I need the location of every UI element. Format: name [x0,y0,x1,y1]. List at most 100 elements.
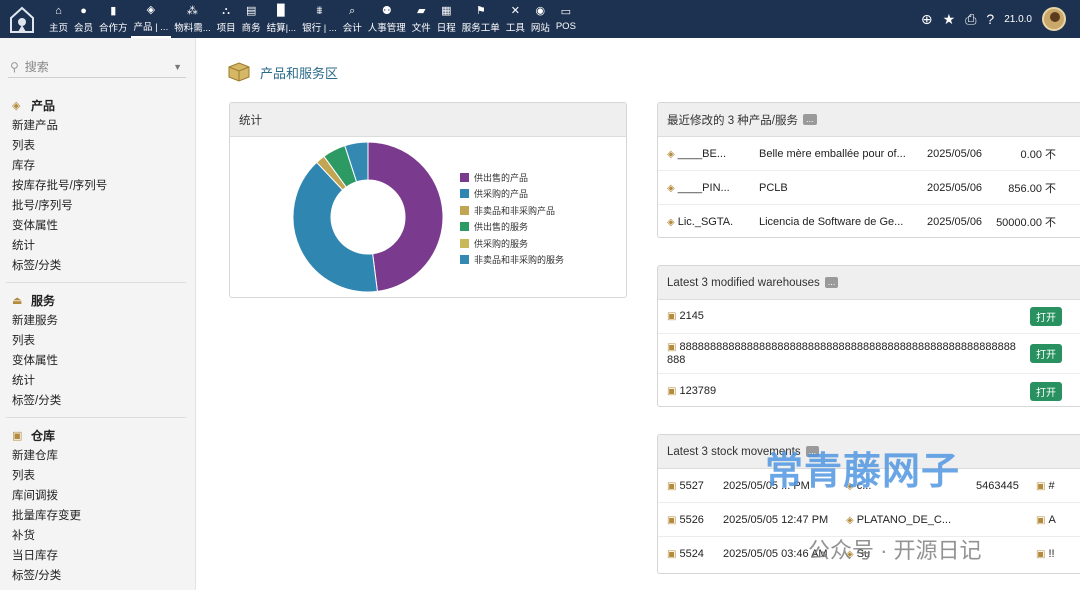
sidebar-item[interactable]: 批号/序列号 [0,196,196,216]
table-row[interactable]: ▣ 123789 打开 [658,374,1080,406]
sidebar-item[interactable]: 列表 [0,331,196,351]
sidebar-item[interactable]: 库存 [0,156,196,176]
product-price: 0.00 不 [1020,148,1056,161]
nav-item-label: 会员 [74,22,94,34]
sidebar-item[interactable]: 新建服务 [0,311,196,331]
nav-item-label: 网站 [530,22,550,34]
sidebar-section-1[interactable]: ⏏ 服务 [0,289,196,311]
movement-extra: ▣!! [1036,548,1055,560]
print-icon[interactable]: ⎙ [965,11,976,28]
nav-item-globe[interactable]: ◉ 网站 [528,0,553,38]
pie-slice-0[interactable] [367,141,444,292]
sidebar-section-2[interactable]: ▣ 仓库 [0,424,196,446]
more-button[interactable]: ... [824,277,839,288]
sidebar-item[interactable]: 标签/分类 [0,391,196,411]
legend-item[interactable]: 非卖品和非采购的服务 [460,252,564,269]
modified-date: 2025/05/06 [927,147,983,160]
nav-item-cubes[interactable]: ⁂ 物料需... [171,0,213,38]
nav-item-pos[interactable]: ▭ POS [553,0,579,38]
sidebar-item[interactable]: 当日库存 [0,546,196,566]
warehouse-link[interactable]: ▣ 2145 [667,310,1017,323]
sidebar-item[interactable]: 统计 [0,236,196,256]
table-row[interactable]: ▣ 2145 打开 [658,300,1080,334]
more-button[interactable]: ... [802,114,817,125]
sidebar-section-0[interactable]: ◈ 产品 [0,94,196,116]
chevron-down-icon[interactable]: ▼ [173,62,182,72]
warehouse-name: 123789 [679,384,717,397]
legend-item[interactable]: 供出售的产品 [460,169,564,186]
warehouse-icon: ▣ [667,385,677,397]
nav-item-users[interactable]: ⚉ 人事管理 [365,0,409,38]
sidebar-section-title: 仓库 [31,428,56,443]
sidebar-item[interactable]: 按库存批号/序列号 [0,176,196,196]
sidebar-item[interactable]: 批量库存变更 [0,506,196,526]
nav-item-shop[interactable]: ▤ 商务 [239,0,264,38]
nav-item-bank[interactable]: ⩩ 银行 | ... [299,0,340,38]
sidebar-item[interactable]: 库间调拨 [0,486,196,506]
nav-item-label: 银行 | ... [302,22,337,34]
movement-link[interactable]: ▣ 5524 [667,548,704,560]
cube-icon: ◈ [12,99,21,112]
movement-extra-text: A [1048,513,1056,526]
movement-extra-text: # [1048,479,1055,492]
sidebar-item[interactable]: 变体属性 [0,216,196,236]
search-field[interactable]: ⚲ 搜索 ▼ [8,56,186,78]
sidebar-item[interactable]: 列表 [0,466,196,486]
sidebar-item[interactable]: 标签/分类 [0,256,196,276]
cube-icon: ◈ [667,148,675,160]
sidebar-item[interactable]: 补货 [0,526,196,546]
sidebar-item[interactable]: 新建仓库 [0,446,196,466]
legend-item[interactable]: 供采购的服务 [460,235,564,252]
nav-item-home[interactable]: ⌂ 主页 [46,0,71,38]
warehouse-link[interactable]: ▣ 888888888888888888888888888888888888888… [667,341,1017,367]
warehouse-icon: ▣ [667,341,677,353]
nav-item-calendar[interactable]: ▦ 日程 [434,0,459,38]
table-row[interactable]: ▣ 5526 2025/05/05 12:47 PM ◈ PLATANO_DE_C...… [658,503,1080,537]
sidebar-item[interactable]: 新建产品 [0,116,196,136]
nav-item-tools[interactable]: ✕ 工具 [503,0,528,38]
legend-label: 供出售的产品 [474,172,529,183]
nav-item-invoice[interactable]: ▉ 结算|... [264,0,299,38]
nav-item-project[interactable]: ⛬ 项目 [214,0,239,38]
product-link[interactable]: ◈ PLATANO_DE_C... [846,514,951,526]
recent-warehouses-header[interactable]: Latest 3 modified warehouses ... [658,266,1080,300]
recent-products-header[interactable]: 最近修改的 3 种产品/服务 ... [658,103,1080,137]
table-row[interactable]: ◈ Lic._SGTA. Licencia de Software de Ge...… [658,205,1080,237]
movement-date: 2025/05/05 12:47 PM [723,513,829,526]
table-row[interactable]: ▣ 888888888888888888888888888888888888888… [658,334,1080,374]
shop-icon: ▤ [245,4,257,17]
legend-item[interactable]: 非卖品和非采购产品 [460,202,564,219]
legend-swatch [460,189,469,199]
nav-item-user[interactable]: ● 会员 [71,0,96,38]
pos-icon: ▭ [560,6,572,18]
plus-circle-icon[interactable]: ⊕ [921,11,933,28]
product-ref-link[interactable]: ◈ ____PIN... [667,182,730,194]
page-title: 产品和服务区 [260,65,339,81]
sidebar-item[interactable]: 标签/分类 [0,566,196,586]
nav-item-cube[interactable]: ◈ 产品 | ... [130,0,172,38]
nav-item-building[interactable]: ▮ 合作方 [96,0,131,38]
table-row[interactable]: ◈ ____PIN... PCLB 2025/05/06 856.00 不 [658,171,1080,205]
movement-link[interactable]: ▣ 5526 [667,514,704,526]
product-ref-link[interactable]: ◈ Lic._SGTA. [667,216,733,228]
movement-link[interactable]: ▣ 5527 [667,480,704,492]
star-icon[interactable]: ★ [943,11,956,28]
legend-item[interactable]: 供采购的产品 [460,186,564,203]
nav-item-ticket[interactable]: ⚑ 服务工单 [459,0,503,38]
table-row[interactable]: ◈ ____BE... Belle mère emballée pour of...… [658,137,1080,171]
app-logo-icon[interactable] [8,4,36,34]
sidebar-item[interactable]: 列表 [0,136,196,156]
legend-label: 非卖品和非采购的服务 [474,255,565,266]
product-name: PLATANO_DE_C... [856,513,952,526]
warehouse-link[interactable]: ▣ 123789 [667,385,1017,398]
sidebar-item[interactable]: 变体属性 [0,351,196,371]
user-avatar[interactable] [1042,7,1066,31]
nav-item-label: 工具 [505,22,525,34]
help-icon[interactable]: ? [986,11,994,27]
product-ref-link[interactable]: ◈ ____BE... [667,148,726,160]
nav-item-accounting[interactable]: ⌕ 会计 [340,0,365,38]
legend-item[interactable]: 供出售的服务 [460,219,564,236]
sidebar-item[interactable]: 统计 [0,371,196,391]
cube-icon: ◈ [667,217,675,228]
nav-item-folder[interactable]: ▰ 文件 [409,0,434,38]
